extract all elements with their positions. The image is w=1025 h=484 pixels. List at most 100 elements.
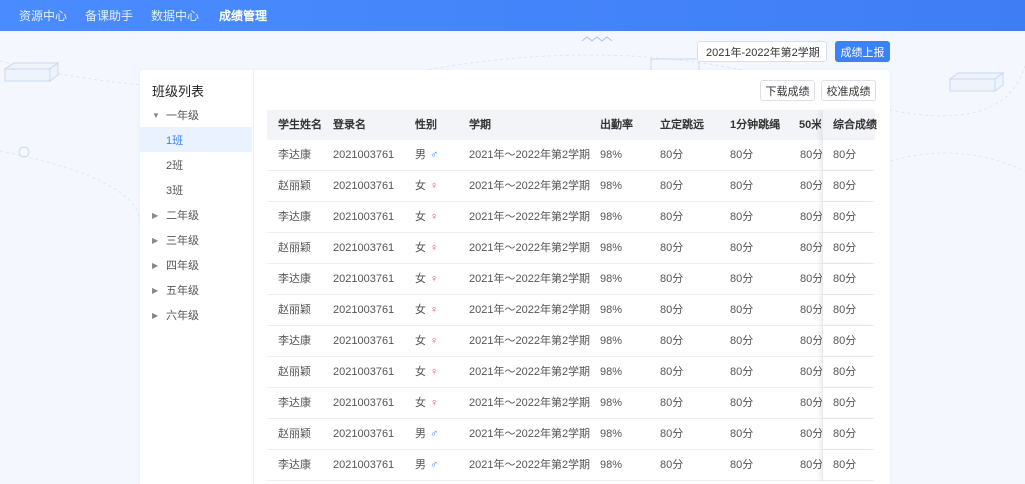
cell-50m-run: 80分 [800,459,824,471]
cell-term: 2021年～2022年第2学期 [469,242,591,254]
gender-label: 女 [415,366,426,378]
cell-term: 2021年～2022年第2学期 [469,273,591,285]
cube-decoration-left [3,62,60,82]
female-icon: ♀ [430,211,439,223]
cell-term: 2021年～2022年第2学期 [469,335,591,347]
cell-student-name: 李达康 [278,211,311,223]
term-select[interactable]: 2021年-2022年第2学期 [697,41,827,62]
cell-50m-run: 80分 [800,304,824,316]
cell-attendance: 98% [600,211,623,223]
nav-item-score-management[interactable]: 成绩管理 [219,7,267,24]
submit-scores-button[interactable]: 成绩上报 [835,41,890,62]
cell-attendance: 98% [600,397,623,409]
cell-term: 2021年～2022年第2学期 [469,366,591,378]
tree-item-grade-4[interactable]: ▶ 四年级 [140,255,252,275]
cell-rope-skip: 80分 [730,428,754,440]
top-nav-bar: 资源中心 备课助手 数据中心 成绩管理 [0,0,1025,31]
gender-label: 女 [415,304,426,316]
cell-gender: 男 ♂ [415,450,438,480]
cell-login-name: 2021003761 [333,211,395,223]
tree-item-label: 一年级 [166,110,199,122]
caret-right-icon: ▶ [152,310,159,320]
calibrate-scores-button[interactable]: 校准成绩 [821,80,876,101]
cell-total-score: 80分 [833,397,857,409]
term-select-value: 2021年-2022年第2学期 [706,46,820,59]
nav-item-lesson-assistant[interactable]: 备课助手 [85,7,133,24]
tree-item-class-2[interactable]: 2班 [140,155,252,175]
cell-rope-skip: 80分 [730,459,754,471]
cell-login-name: 2021003761 [333,459,395,471]
fixed-column-cell: 80分 [822,171,875,201]
cell-50m-run: 80分 [800,211,824,223]
fixed-column-cell: 80分 [822,140,875,170]
cell-total-score: 80分 [833,459,857,471]
tree-item-label: 四年级 [166,260,199,272]
tree-item-grade-1[interactable]: ▼ 一年级 [140,105,252,125]
tree-item-label: 2班 [166,160,184,172]
fixed-column-header: 综合成绩 [822,110,877,140]
cell-rope-skip: 80分 [730,397,754,409]
caret-down-icon: ▼ [152,110,160,120]
tree-item-grade-6[interactable]: ▶ 六年级 [140,305,252,325]
cell-attendance: 98% [600,149,623,161]
table-row: 赵丽颖 2021003761 2021年～2022年第2学期 98% 80分 80分 80分… [267,357,875,388]
tree-item-label: 1班 [166,134,184,147]
caret-right-icon: ▶ [152,210,159,220]
tree-item-label: 三年级 [166,235,199,247]
cell-total-score: 80分 [833,180,857,192]
nav-item-data-center[interactable]: 数据中心 [151,7,199,24]
cell-gender: 女 ♀ [415,326,438,356]
tree-item-label: 二年级 [166,210,199,222]
tree-item-grade-5[interactable]: ▶ 五年级 [140,280,252,300]
cell-student-name: 赵丽颖 [278,366,311,378]
column-header-term: 学期 [469,119,491,131]
female-icon: ♀ [430,273,439,285]
cell-login-name: 2021003761 [333,180,395,192]
female-icon: ♀ [430,304,439,316]
cell-50m-run: 80分 [800,366,824,378]
cell-total-score: 80分 [833,428,857,440]
tree-item-label: 3班 [166,185,184,197]
tree-item-grade-3[interactable]: ▶ 三年级 [140,230,252,250]
tree-item-grade-2[interactable]: ▶ 二年级 [140,205,252,225]
tree-item-label: 五年级 [166,285,199,297]
cell-student-name: 赵丽颖 [278,428,311,440]
table-row: 李达康 2021003761 2021年～2022年第2学期 98% 80分 80分 80分… [267,202,875,233]
cell-term: 2021年～2022年第2学期 [469,428,591,440]
tree-item-class-1[interactable]: 1班 [140,127,252,152]
cell-rope-skip: 80分 [730,335,754,347]
column-header-gender: 性别 [415,119,437,131]
cell-term: 2021年～2022年第2学期 [469,149,591,161]
fixed-column-cell: 80分 [822,357,875,387]
score-table: 学生姓名 登录名 性别 学期 出勤率 立定跳远 1分钟跳绳 50米跑 综合成绩 … [267,110,877,481]
cell-50m-run: 80分 [800,242,824,254]
cell-attendance: 98% [600,273,623,285]
male-icon: ♂ [430,459,439,471]
table-row: 李达康 2021003761 2021年～2022年第2学期 98% 80分 80分 80分… [267,264,875,295]
cell-long-jump: 80分 [660,180,684,192]
table-row: 李达康 2021003761 2021年～2022年第2学期 98% 80分 80分 80分… [267,326,875,357]
cell-term: 2021年～2022年第2学期 [469,211,591,223]
column-header-login: 登录名 [333,119,366,131]
cell-term: 2021年～2022年第2学期 [469,180,591,192]
column-header-total: 综合成绩 [833,119,877,131]
cell-rope-skip: 80分 [730,211,754,223]
table-row: 李达康 2021003761 2021年～2022年第2学期 98% 80分 80分 80分… [267,140,875,171]
fixed-column-cell: 80分 [822,326,875,356]
fixed-column-cell: 80分 [822,233,875,263]
cell-total-score: 80分 [833,242,857,254]
tree-item-class-3[interactable]: 3班 [140,180,252,200]
cell-rope-skip: 80分 [730,149,754,161]
cube-decoration-right [948,72,1005,92]
cell-long-jump: 80分 [660,273,684,285]
table-body: 李达康 2021003761 2021年～2022年第2学期 98% 80分 80分 80分… [267,140,875,481]
column-header-attendance: 出勤率 [600,119,633,131]
table-row: 赵丽颖 2021003761 2021年～2022年第2学期 98% 80分 80分 80分… [267,419,875,450]
female-icon: ♀ [430,397,439,409]
nav-item-resource-center[interactable]: 资源中心 [19,7,67,24]
cell-student-name: 李达康 [278,273,311,285]
cell-50m-run: 80分 [800,180,824,192]
cell-attendance: 98% [600,335,623,347]
cell-long-jump: 80分 [660,242,684,254]
download-scores-button[interactable]: 下载成绩 [760,80,815,101]
